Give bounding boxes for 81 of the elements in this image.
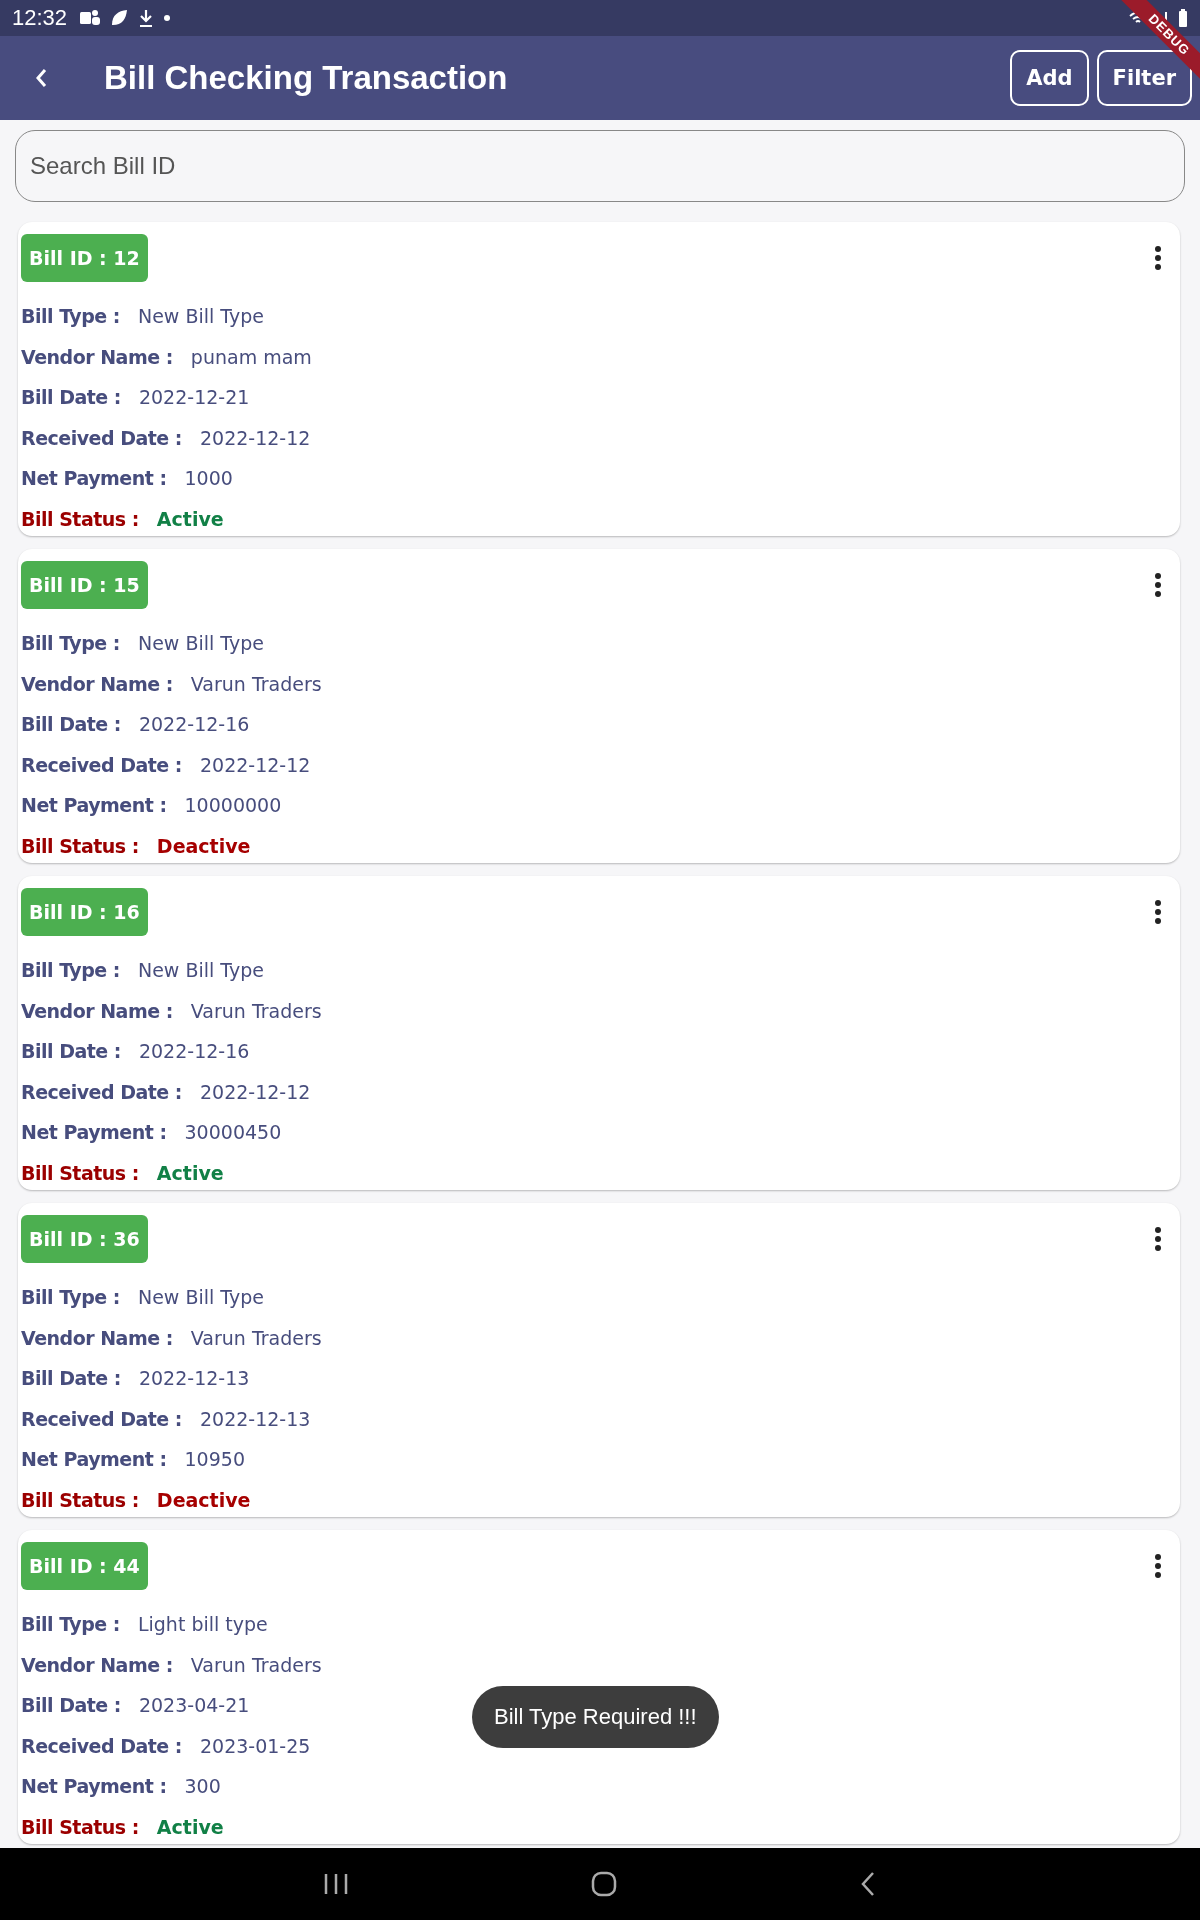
field-label: Bill Status : <box>21 1815 139 1838</box>
field-value: Varun Traders <box>190 672 322 695</box>
field-label: Bill Date : <box>21 1040 121 1063</box>
field-label: Net Payment : <box>21 1775 167 1798</box>
field-value: 10000000 <box>184 794 282 817</box>
bill-id-badge: Bill ID : 36 <box>21 1215 148 1263</box>
field-value: Varun Traders <box>190 999 322 1022</box>
field-value: 2022-12-16 <box>138 1040 250 1063</box>
field-label: Bill Date : <box>21 713 121 736</box>
field-label: Net Payment : <box>21 1121 167 1144</box>
field-label: Bill Type : <box>21 1613 120 1636</box>
field-label: Bill Type : <box>21 959 120 982</box>
field-value: 2022-12-13 <box>199 1407 311 1430</box>
leaf-icon <box>109 8 130 28</box>
bill-id-badge: Bill ID : 16 <box>21 888 148 936</box>
field-value: punam mam <box>190 345 312 368</box>
field-value: New Bill Type <box>137 1286 264 1309</box>
field-label: Bill Date : <box>21 386 121 409</box>
field-value: Light bill type <box>137 1613 268 1636</box>
field-label: Vendor Name : <box>21 1653 173 1676</box>
bill-id-badge: Bill ID : 15 <box>21 561 148 609</box>
status-value: Active <box>156 507 224 530</box>
field-label: Vendor Name : <box>21 999 173 1022</box>
field-value: 2022-12-12 <box>199 426 311 449</box>
toast-message: Bill Type Required !!! <box>472 1686 719 1748</box>
field-value: 2022-12-21 <box>138 386 250 409</box>
bill-id-badge: Bill ID : 44 <box>21 1542 148 1590</box>
field-label: Bill Type : <box>21 1286 120 1309</box>
field-value: 2022-12-13 <box>138 1367 250 1390</box>
status-value: Active <box>156 1161 224 1184</box>
field-value: 2022-12-16 <box>138 713 250 736</box>
field-value: 2022-12-12 <box>199 753 311 776</box>
field-label: Bill Date : <box>21 1367 121 1390</box>
status-value: Deactive <box>156 834 251 857</box>
field-label: Received Date : <box>21 753 182 776</box>
field-label: Bill Status : <box>21 1488 139 1511</box>
field-label: Received Date : <box>21 1407 182 1430</box>
field-label: Net Payment : <box>21 467 167 490</box>
dot-icon <box>163 14 172 22</box>
page-title: Bill Checking Transaction <box>104 59 508 97</box>
status-value: Active <box>156 1815 224 1838</box>
field-value: 2022-12-12 <box>199 1080 311 1103</box>
field-label: Received Date : <box>21 1080 182 1103</box>
status-value: Deactive <box>156 1488 251 1511</box>
field-label: Vendor Name : <box>21 1326 173 1349</box>
back-nav-icon[interactable] <box>859 1870 877 1898</box>
field-value: 1000 <box>184 467 233 490</box>
field-label: Bill Status : <box>21 834 139 857</box>
field-value: 300 <box>184 1775 221 1798</box>
home-icon[interactable] <box>590 1870 618 1898</box>
bill-id-badge: Bill ID : 12 <box>21 234 148 282</box>
field-label: Bill Date : <box>21 1694 121 1717</box>
recents-icon[interactable] <box>323 1872 349 1896</box>
more-options-icon[interactable] <box>1154 899 1162 925</box>
field-value: Varun Traders <box>190 1653 322 1676</box>
field-label: Bill Type : <box>21 305 120 328</box>
more-options-icon[interactable] <box>1154 245 1162 271</box>
more-options-icon[interactable] <box>1154 1553 1162 1579</box>
back-icon <box>34 67 48 89</box>
status-time: 12:32 <box>12 5 68 31</box>
field-value: 30000450 <box>184 1121 282 1144</box>
field-label: Bill Status : <box>21 1161 139 1184</box>
more-options-icon[interactable] <box>1154 1226 1162 1252</box>
field-value: 2023-01-25 <box>199 1734 311 1757</box>
field-label: Received Date : <box>21 426 182 449</box>
field-label: Vendor Name : <box>21 345 173 368</box>
field-value: Varun Traders <box>190 1326 322 1349</box>
more-options-icon[interactable] <box>1154 572 1162 598</box>
field-value: New Bill Type <box>137 959 264 982</box>
field-label: Bill Status : <box>21 507 139 530</box>
field-value: 2023-04-21 <box>138 1694 250 1717</box>
search-field[interactable]: Search Bill ID <box>15 130 1185 202</box>
field-label: Net Payment : <box>21 1448 167 1471</box>
field-label: Vendor Name : <box>21 672 173 695</box>
field-label: Net Payment : <box>21 794 167 817</box>
field-value: New Bill Type <box>137 305 264 328</box>
add-button[interactable]: Add <box>1010 50 1089 106</box>
field-value: New Bill Type <box>137 632 264 655</box>
field-value: 10950 <box>184 1448 245 1471</box>
field-label: Bill Type : <box>21 632 120 655</box>
field-label: Received Date : <box>21 1734 182 1757</box>
